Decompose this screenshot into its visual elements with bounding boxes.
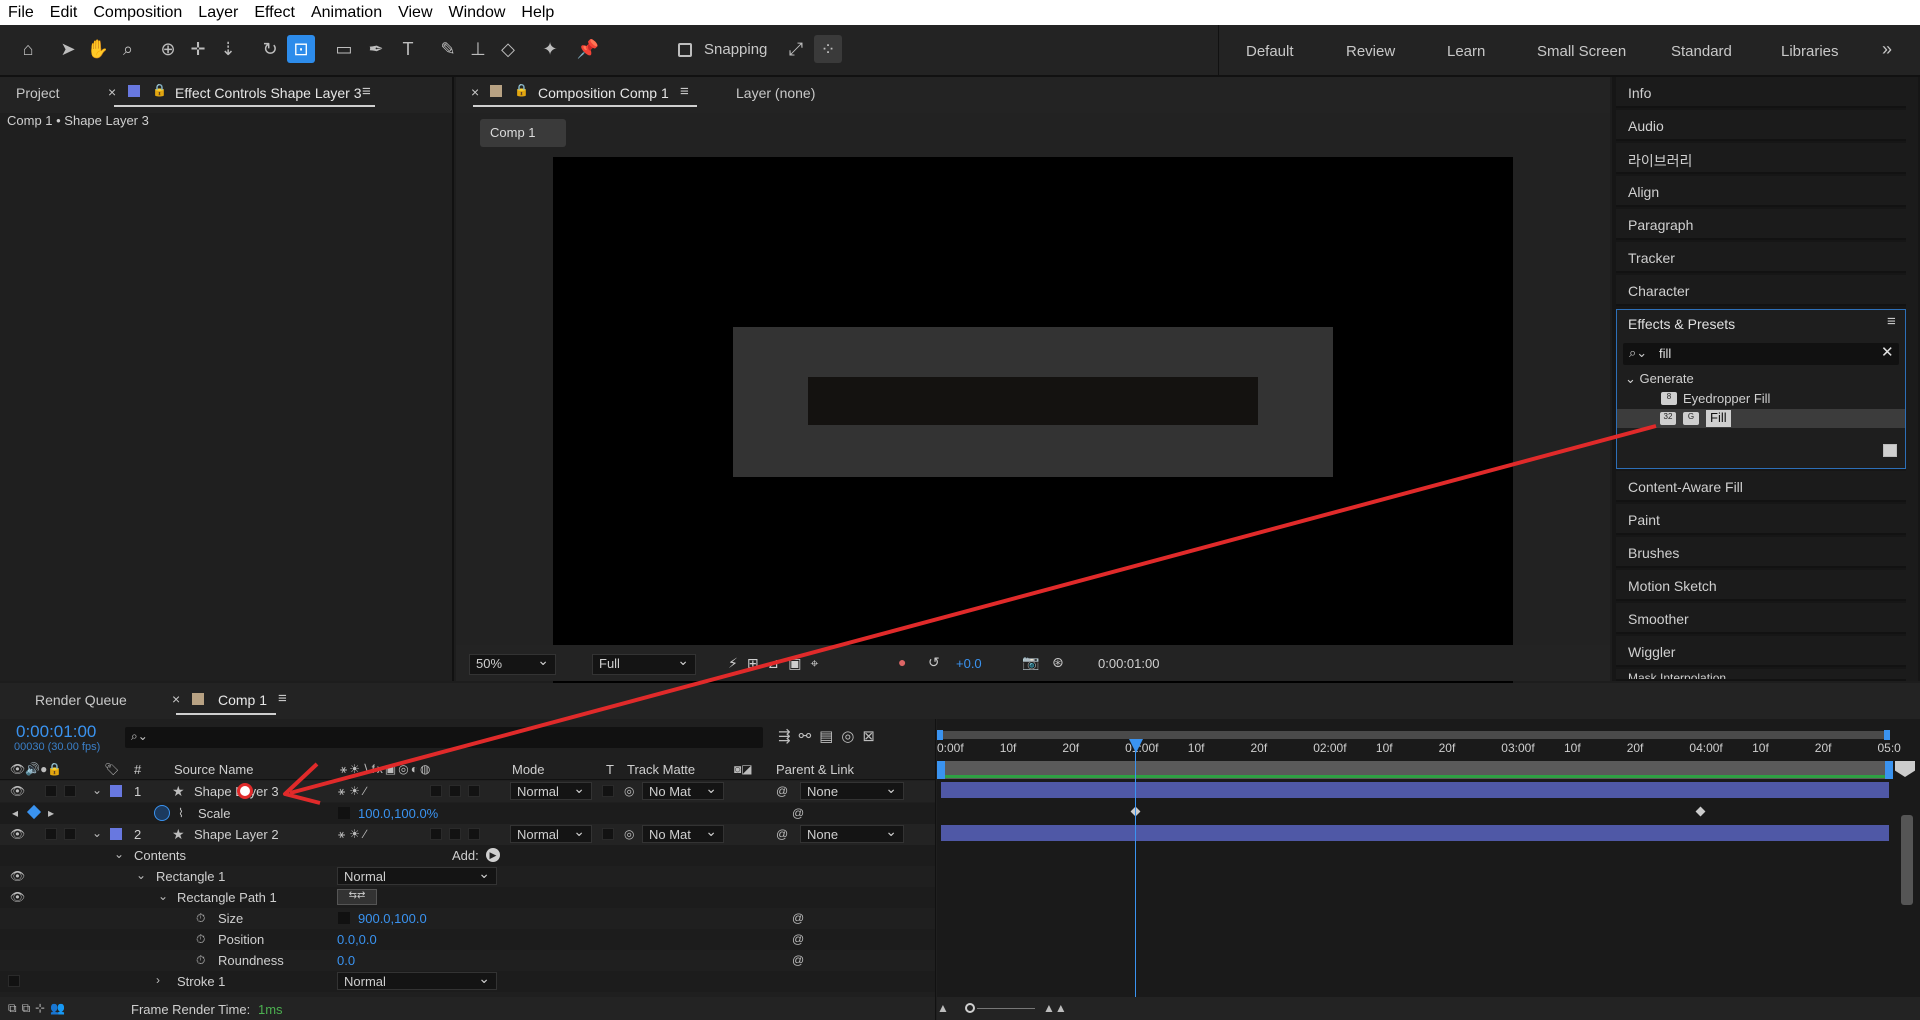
annotation-arrow-line <box>289 424 1657 795</box>
annotation-arrow-head <box>283 762 321 805</box>
annotation-arrow <box>283 424 1657 805</box>
